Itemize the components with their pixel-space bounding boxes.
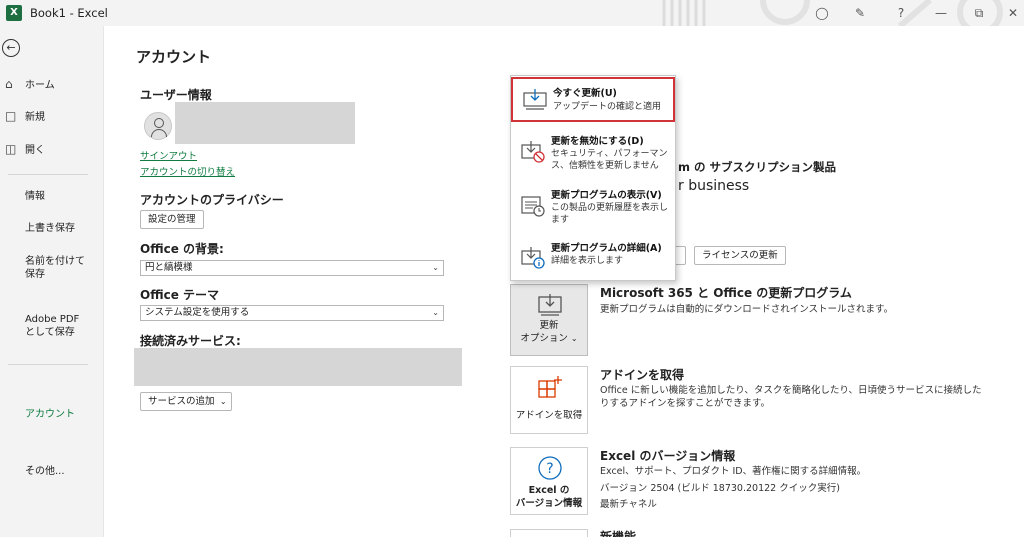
- whats-new-button[interactable]: [510, 529, 588, 537]
- window-title: Book1 - Excel: [30, 6, 108, 20]
- services-heading: 接続済みサービス:: [140, 334, 241, 348]
- account-icon[interactable]: ◯: [813, 4, 831, 22]
- disable-updates-menu-item[interactable]: 更新を無効にする(D) セキュリティ、パフォーマンス、信頼性を更新しません: [511, 128, 675, 178]
- avatar: [144, 112, 172, 140]
- excel-logo-icon: X: [6, 5, 22, 21]
- about-excel-label-2: バージョン情報: [515, 498, 583, 509]
- updates-title: Microsoft 365 と Office の更新プログラム: [600, 286, 852, 300]
- add-service-button[interactable]: サービスの追加 ⌄: [140, 392, 232, 411]
- nav-item-label: Adobe PDF として保存: [25, 314, 80, 338]
- subscription-product-name: r business: [678, 178, 750, 194]
- add-service-label: サービスの追加: [148, 396, 215, 407]
- nav-item-label: ホーム: [25, 80, 55, 91]
- nav-item-label: アカウント: [25, 409, 75, 420]
- nav-divider: [8, 174, 88, 175]
- update-options-label-text: オプション: [520, 333, 568, 344]
- privacy-heading: アカウントのプライバシー: [140, 193, 284, 207]
- switch-account-link[interactable]: アカウントの切り替え: [140, 164, 235, 178]
- nav-item-label: 開く: [25, 145, 45, 156]
- get-addins-label: アドインを取得: [515, 410, 583, 421]
- update-info-menu-item[interactable]: 更新プログラムの詳細(A) 詳細を表示します: [511, 236, 675, 280]
- nav-item-label: その他...: [25, 466, 65, 477]
- nav-item-label: 上書き保存: [25, 223, 75, 234]
- update-options-button[interactable]: 更新 オプション ⌄: [510, 284, 588, 356]
- backstage-nav: ← ⌂ ホーム □ 新規 ◫ 開く 情報 上書き保存 名前を付けて保存 Adob…: [0, 26, 104, 537]
- disable-updates-desc: セキュリティ、パフォーマンス、信頼性を更新しません: [551, 149, 668, 171]
- nav-divider: [8, 364, 88, 365]
- update-now-menu-item[interactable]: 今すぐ更新(U) アップデートの確認と適用: [511, 77, 675, 122]
- version-line-2: バージョン 2504 (ビルド 18730.20122 クイック実行): [600, 483, 840, 494]
- addins-description-2: りするアドインを探すことができます。: [600, 398, 771, 409]
- background-select[interactable]: 円と縞模様 ⌄: [140, 260, 444, 276]
- background-select-value: 円と縞模様: [145, 262, 193, 273]
- title-bar-decoration: [662, 0, 1003, 26]
- user-name-redacted: [175, 102, 355, 144]
- services-list-redacted: [134, 348, 462, 386]
- user-info-heading: ユーザー情報: [140, 88, 212, 102]
- comments-icon[interactable]: ✎: [851, 4, 869, 22]
- background-heading: Office の背景:: [140, 242, 224, 256]
- sign-out-link[interactable]: サインアウト: [140, 148, 197, 162]
- view-updates-title: 更新プログラムの表示(V): [551, 190, 662, 201]
- manage-settings-button[interactable]: 設定の管理: [140, 210, 204, 229]
- get-addins-button[interactable]: アドインを取得: [510, 366, 588, 434]
- view-updates-icon: [521, 196, 545, 217]
- question-circle-icon: ?: [538, 456, 562, 480]
- folder-open-icon: ◫: [5, 142, 17, 156]
- about-excel-label-1: Excel の: [528, 485, 570, 496]
- version-line-1: Excel、サポート、プロダクト ID、著作権に関する詳細情報。: [600, 466, 867, 477]
- view-updates-desc: この製品の更新履歴を表示します: [551, 203, 669, 225]
- theme-select-value: システム設定を使用する: [145, 307, 250, 318]
- close-icon[interactable]: ✕: [1004, 4, 1022, 22]
- update-now-desc: アップデートの確認と適用: [553, 102, 662, 112]
- version-title: Excel のバージョン情報: [600, 449, 736, 463]
- page-title: アカウント: [136, 48, 212, 66]
- title-bar: X Book1 - Excel ◯ ✎ ? — ⧉ ✕: [0, 0, 1024, 26]
- theme-select[interactable]: システム設定を使用する ⌄: [140, 305, 444, 321]
- addins-icon: [538, 376, 562, 398]
- nav-item-label: 情報: [25, 191, 45, 202]
- help-icon[interactable]: ?: [892, 4, 910, 22]
- update-options-label-1: 更新: [539, 320, 559, 331]
- chevron-down-icon: ⌄: [570, 334, 578, 343]
- update-info-icon: [521, 247, 545, 269]
- update-now-icon: [523, 89, 547, 110]
- chevron-down-icon: ⌄: [219, 397, 227, 406]
- update-info-desc: 詳細を表示します: [551, 256, 624, 266]
- addins-title: アドインを取得: [600, 368, 685, 382]
- chevron-down-icon: ⌄: [432, 263, 439, 272]
- updates-description: 更新プログラムは自動的にダウンロードされインストールされます。: [600, 304, 894, 315]
- view-updates-menu-item[interactable]: 更新プログラムの表示(V) この製品の更新履歴を表示します: [511, 182, 675, 232]
- new-document-icon: □: [5, 109, 17, 123]
- svg-text:?: ?: [546, 461, 553, 477]
- version-line-3: 最新チャネル: [600, 499, 657, 510]
- restore-icon[interactable]: ⧉: [970, 4, 988, 22]
- update-options-menu: 今すぐ更新(U) アップデートの確認と適用 更新を無効にする(D) セキュリティ…: [510, 75, 676, 281]
- update-options-label-2: オプション ⌄: [511, 333, 587, 345]
- new-features-title: 新機能: [600, 530, 637, 537]
- chevron-down-icon: ⌄: [432, 308, 439, 317]
- update-options-icon: [538, 294, 562, 316]
- home-icon: ⌂: [5, 77, 13, 91]
- nav-item-label: 名前を付けて保存: [25, 256, 85, 280]
- nav-item-label: 新規: [25, 112, 45, 123]
- disable-updates-icon: [521, 141, 545, 163]
- update-now-title: 今すぐ更新(U): [553, 88, 617, 99]
- subscription-title: m の サブスクリプション製品: [678, 160, 836, 174]
- back-arrow-icon[interactable]: ←: [2, 39, 20, 57]
- minimize-icon[interactable]: —: [932, 4, 950, 22]
- update-license-button[interactable]: ライセンスの更新: [694, 246, 786, 265]
- about-excel-button[interactable]: ? Excel の バージョン情報: [510, 447, 588, 515]
- theme-heading: Office テーマ: [140, 288, 220, 302]
- disable-updates-title: 更新を無効にする(D): [551, 136, 644, 147]
- update-info-title: 更新プログラムの詳細(A): [551, 243, 662, 254]
